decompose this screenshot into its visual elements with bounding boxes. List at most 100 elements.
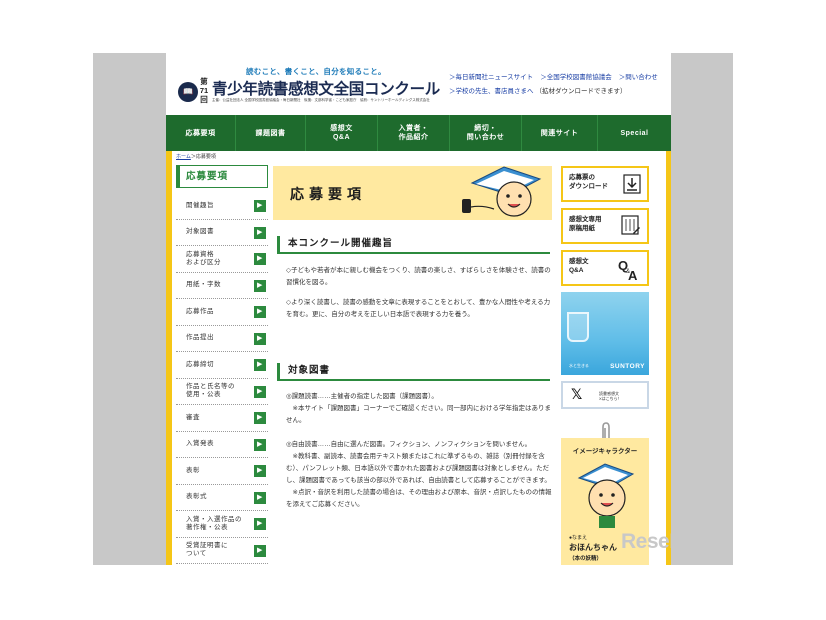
- x-logo-icon: 𝕏: [571, 386, 583, 402]
- sidebar-item-purpose[interactable]: 開催趣旨 ▶: [176, 193, 268, 220]
- breadcrumb: ホーム＞応募要項: [176, 153, 216, 160]
- sidebar-item-certificate[interactable]: 受賞証明書に ついて ▶: [176, 538, 268, 564]
- mainichi-news-link[interactable]: ＞毎日新聞社ニュースサイト: [449, 74, 533, 81]
- sidebar-item-paper-length[interactable]: 用紙・字数 ▶: [176, 273, 268, 299]
- arrow-right-icon: ▶: [254, 253, 266, 265]
- manuscript-icon: [621, 215, 640, 235]
- sidebar-item-label: 用紙・字数: [186, 281, 221, 289]
- nav-qa[interactable]: 感想文 Q&A: [306, 115, 378, 151]
- nav-label: 課題図書: [255, 129, 286, 137]
- arrow-right-icon: ▶: [254, 465, 266, 477]
- breadcrumb-home[interactable]: ホーム: [176, 154, 191, 160]
- arrow-right-icon: ▶: [254, 279, 266, 292]
- right-backdrop: [671, 53, 733, 565]
- sidebar-item-usage[interactable]: 作品と氏名等の 使用・公表 ▶: [176, 379, 268, 405]
- arrow-right-icon: ▶: [254, 385, 266, 398]
- arrow-right-icon: ▶: [254, 359, 266, 371]
- sidebar-item-label: 作品と氏名等の 使用・公表: [186, 383, 235, 399]
- sidebar-item-label: 応募作品: [186, 307, 214, 315]
- nav-label: 関連サイト: [540, 129, 579, 137]
- character-name-note: （本の妖精）: [569, 556, 603, 562]
- nav-entry-guidelines[interactable]: 応募要項: [166, 115, 236, 151]
- sidebar-item-announcement[interactable]: 入賞発表 ▶: [176, 432, 268, 458]
- logo-book-icon[interactable]: 📖: [178, 82, 198, 102]
- nav-label: 締切・ 問い合わせ: [466, 125, 505, 141]
- essay-qa-button[interactable]: 感想文 Q&A Q A &: [561, 250, 649, 286]
- arrow-right-icon: ▶: [254, 306, 266, 318]
- sidebar-item-awards[interactable]: 表彰 ▶: [176, 458, 268, 485]
- entry-form-download-button[interactable]: 応募票の ダウンロード: [561, 166, 649, 202]
- arrow-right-icon: ▶: [254, 491, 266, 504]
- essay-qa-label: 感想文 Q&A: [569, 258, 589, 274]
- sidebar-item-label: 応募資格 および区分: [186, 250, 221, 266]
- arrow-right-icon: ▶: [254, 226, 266, 239]
- slа-link[interactable]: ＞全国学校図書館協議会: [540, 74, 612, 81]
- qa-icon: Q A &: [618, 258, 638, 282]
- nav-label: 応募要項: [185, 129, 216, 137]
- x-banner-text: 読書感想文 Xはこちら！: [599, 391, 622, 401]
- teachers-link[interactable]: ＞学校の先生、書店員さまへ: [449, 88, 534, 95]
- nav-label: Special: [620, 129, 649, 137]
- nav-label: 感想文 Q&A: [330, 125, 353, 141]
- ohon-chan-illustration: [577, 463, 635, 528]
- manuscript-paper-button[interactable]: 感想文専用 原稿用紙: [561, 208, 649, 244]
- character-name-label: ●なまえ: [569, 535, 588, 541]
- image-character-caption: イメージキャラクター: [572, 448, 638, 455]
- suntory-banner[interactable]: 水と生きる SUNTORY: [561, 292, 649, 375]
- resemom-watermark: ReseMom: [621, 530, 717, 553]
- arrow-right-icon: ▶: [254, 332, 266, 345]
- arrow-right-icon: ▶: [254, 438, 266, 451]
- section-heading-target-books: 対象図書: [277, 363, 550, 381]
- sidebar-item-judging[interactable]: 審査 ▶: [176, 405, 268, 432]
- teachers-link-note: （拡材ダウンロードできます）: [535, 88, 627, 95]
- page-title: 応募要項: [290, 186, 366, 202]
- arrow-right-icon: ▶: [254, 200, 266, 212]
- section-heading-purpose: 本コンクール開催趣旨: [277, 236, 550, 254]
- resemom-watermark-kana: リセマム: [704, 527, 720, 532]
- sidebar-item-label: 対象図書: [186, 228, 214, 236]
- nav-winners[interactable]: 入賞者・ 作品紹介: [378, 115, 450, 151]
- sidebar-item-label: 表彰: [186, 466, 200, 474]
- svg-text:&: &: [626, 269, 630, 275]
- purpose-paragraph-1: ◇子どもや若者が本に親しむ機会をつくり、読書の楽しさ、すばらしさを体験させ、読書…: [286, 267, 551, 286]
- breadcrumb-current: ＞応募要項: [190, 154, 216, 160]
- purpose-paragraph-2: ◇より深く読書し、読書の感動を文章に表現することをとおして、豊かな人間性や考える…: [286, 299, 551, 318]
- nav-assigned-books[interactable]: 課題図書: [236, 115, 306, 151]
- sidebar-item-label: 入賞・入選作品の 著作権・公表: [186, 515, 242, 531]
- sidebar-item-label: 作品提出: [186, 334, 214, 342]
- left-backdrop: [93, 53, 166, 565]
- contact-link[interactable]: ＞問い合わせ: [619, 74, 658, 81]
- nav-special[interactable]: Special: [598, 115, 671, 151]
- sidebar-item-eligibility[interactable]: 応募資格 および区分 ▶: [176, 246, 268, 273]
- web-page: 読むこと、書くこと、自分を知ること。 📖 第71回 青少年読書感想文全国コンクー…: [166, 53, 671, 565]
- sidebar-item-entries[interactable]: 応募作品 ▶: [176, 299, 268, 326]
- nav-deadline-contact[interactable]: 締切・ 問い合わせ: [450, 115, 522, 151]
- sidebar-item-deadline[interactable]: 応募締切 ▶: [176, 352, 268, 379]
- sidebar-item-target-books[interactable]: 対象図書 ▶: [176, 220, 268, 246]
- nav-related-sites[interactable]: 関連サイト: [522, 115, 598, 151]
- sidebar-item-label: 入賞発表: [186, 440, 214, 448]
- arrow-right-icon: ▶: [254, 518, 266, 530]
- edition-number: 第71回: [199, 77, 209, 104]
- tagline: 読むこと、書くこと、自分を知ること。: [246, 67, 386, 76]
- sidebar-item-submission[interactable]: 作品提出 ▶: [176, 326, 268, 352]
- x-account-banner[interactable]: 𝕏 読書感想文 Xはこちら！: [561, 381, 649, 409]
- download-icon: [623, 174, 641, 194]
- target-books-free: ◎自由読書……自由に選んだ図書。フィクション、ノンフィクションを問いません。 ※…: [286, 441, 552, 508]
- suntory-logo: SUNTORY: [610, 363, 645, 370]
- site-title[interactable]: 青少年読書感想文全国コンクール: [212, 77, 440, 99]
- arrow-right-icon: ▶: [254, 412, 266, 424]
- sidebar-item-ceremony[interactable]: 表彰式 ▶: [176, 485, 268, 511]
- target-books-assigned: ◎課題読書……主催者の指定した図書（課題図書）。 ※本サイト「課題図書」コーナー…: [286, 393, 552, 424]
- sponsors-line: 主催：公益社団法人 全国学校図書館協議会・毎日新聞社 後援：文部科学省・こども家…: [212, 98, 430, 102]
- entry-form-download-label: 応募票の ダウンロード: [569, 174, 608, 190]
- sidebar-item-copyright[interactable]: 入賞・入選作品の 著作権・公表 ▶: [176, 511, 268, 538]
- sidebar-title: 応募要項: [176, 165, 268, 188]
- manuscript-paper-label: 感想文専用 原稿用紙: [569, 216, 602, 232]
- sidebar-item-label: 受賞証明書に ついて: [186, 542, 228, 558]
- global-nav: 応募要項 課題図書 感想文 Q&A 入賞者・ 作品紹介 締切・ 問い合わせ 関連…: [166, 115, 671, 151]
- header-links: ＞毎日新聞社ニュースサイト ＞全国学校図書館協議会 ＞問い合わせ ＞学校の先生、書店…: [449, 71, 665, 99]
- suntory-tagline: 水と生きる: [569, 363, 589, 368]
- sidebar-item-label: 表彰式: [186, 493, 207, 501]
- sidebar-menu: 開催趣旨 ▶ 対象図書 ▶ 応募資格 および区分 ▶ 用紙・字数 ▶ 応募作品 ▶ 作品提…: [176, 193, 268, 564]
